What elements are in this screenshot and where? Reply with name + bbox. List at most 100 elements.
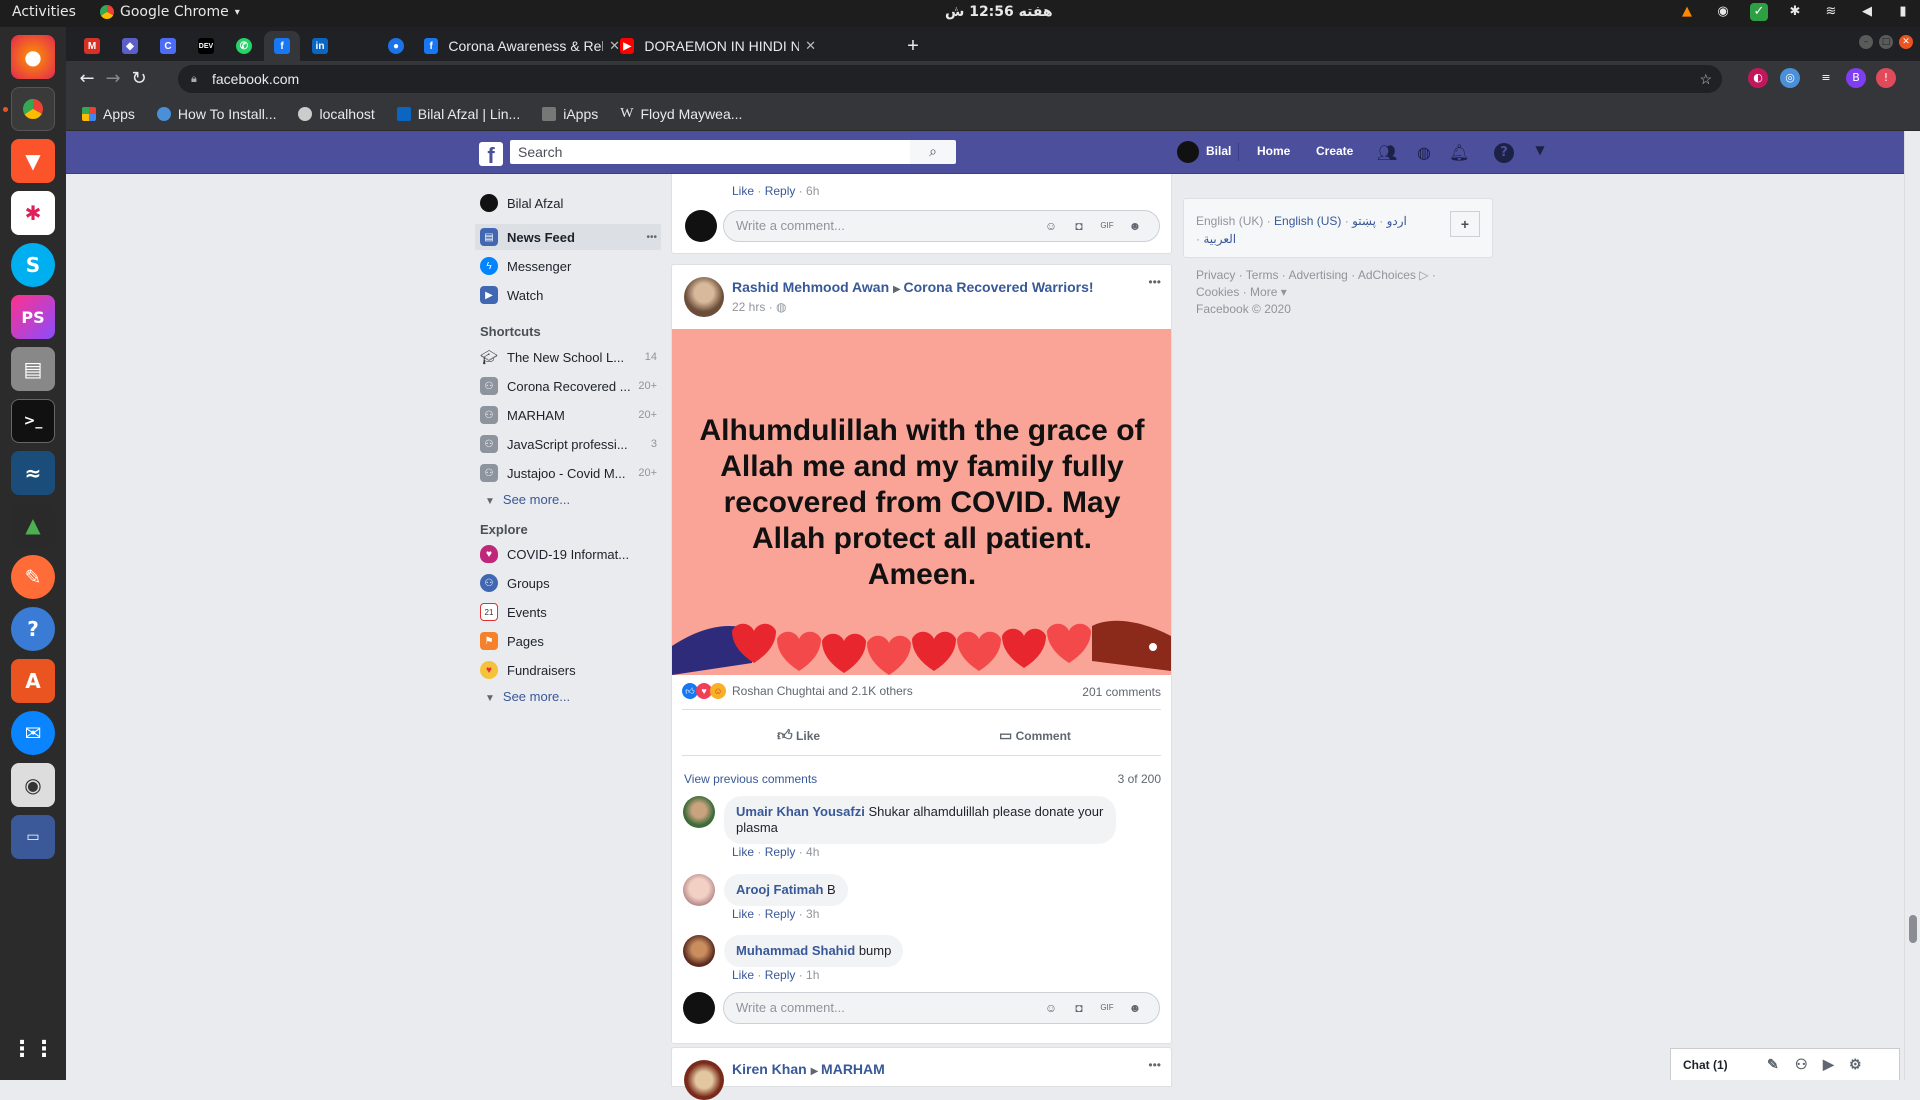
like-button[interactable]: 👍︎ Like [777, 727, 820, 745]
terminal-icon[interactable]: >_ [11, 399, 55, 443]
more-options-icon[interactable]: ••• [646, 232, 657, 243]
video-call-icon[interactable]: ▶ [1823, 1056, 1834, 1073]
show-apps-icon[interactable]: ⋮⋮ [11, 1027, 55, 1071]
thunderbird-icon[interactable]: ✉ [11, 711, 55, 755]
check-icon[interactable]: ✓ [1750, 3, 1768, 21]
language-option[interactable]: English (US) [1274, 214, 1341, 228]
view-previous-comments[interactable]: View previous comments [684, 772, 817, 786]
comment-author[interactable]: Arooj Fatimah [736, 882, 823, 897]
avatar[interactable] [683, 935, 715, 967]
add-language-button[interactable]: + [1450, 211, 1480, 237]
screen-icon[interactable]: ▭ [11, 815, 55, 859]
sidebar-item-shortcut[interactable]: ⚇ Corona Recovered ... 20+ [475, 373, 661, 399]
tab-pinned-3[interactable]: C [150, 31, 186, 61]
software-center-icon[interactable]: A [11, 659, 55, 703]
comment-button[interactable]: ▭ Comment [999, 727, 1071, 744]
close-tab-icon[interactable]: ✕ [805, 38, 816, 54]
like-link[interactable]: Like [732, 907, 754, 921]
sticker-icon[interactable]: ☻ [1128, 219, 1142, 233]
tab-pinned-2[interactable]: ◆ [112, 31, 148, 61]
search-icon[interactable]: ⌕ [910, 140, 956, 164]
like-link[interactable]: Like [732, 184, 754, 198]
like-link[interactable]: Like [732, 845, 754, 859]
clock[interactable]: هفته 12:56 ش [945, 4, 1053, 20]
avatar[interactable] [684, 1060, 724, 1100]
reply-link[interactable]: Reply [765, 845, 796, 859]
friend-requests-icon[interactable]: 👥︎ [1377, 143, 1397, 163]
tab-gmail[interactable]: M [74, 31, 110, 61]
media-icon[interactable]: ≡ [1816, 68, 1836, 88]
notifications-icon[interactable]: 🔔︎ [1449, 143, 1469, 163]
reply-link[interactable]: Reply [765, 968, 796, 982]
bookmark-linkedin[interactable]: Bilal Afzal | Lin... [396, 106, 520, 122]
page-scrollbar[interactable] [1904, 131, 1920, 1080]
footer-link[interactable]: Privacy [1196, 268, 1235, 282]
profile-link[interactable]: Bilal [1206, 144, 1231, 158]
avatar[interactable] [1177, 141, 1199, 163]
sidebar-item-profile[interactable]: Bilal Afzal [475, 190, 661, 216]
extension-icon[interactable]: ◎ [1780, 68, 1800, 88]
bookmark-how-to-install[interactable]: How To Install... [156, 106, 276, 122]
footer-link[interactable]: Advertising [1288, 268, 1347, 282]
bookmark-localhost[interactable]: localhost [298, 106, 375, 122]
chat-bar[interactable]: Chat (1) ✎ ⚇ ▶ ⚙ [1670, 1048, 1900, 1080]
scrollbar-thumb[interactable] [1909, 915, 1917, 943]
messenger-icon[interactable]: ◍ [1414, 143, 1434, 163]
footer-link[interactable]: Terms [1246, 268, 1279, 282]
sidebar-item-shortcut[interactable]: 🎓︎ The New School L... 14 [475, 344, 661, 370]
account-menu-chevron-icon[interactable]: ▼ [1530, 143, 1550, 163]
mysql-workbench-icon[interactable]: ≈ [11, 451, 55, 495]
language-option[interactable]: پښتو [1352, 214, 1376, 228]
create-group-icon[interactable]: ⚇ [1795, 1056, 1808, 1073]
search-input[interactable]: Search [510, 140, 910, 164]
avatar[interactable] [684, 277, 724, 317]
footer-link[interactable]: More [1250, 285, 1277, 299]
vlc-icon[interactable]: ▲ [1678, 3, 1696, 21]
see-more-shortcuts[interactable]: ▼ See more... [485, 492, 570, 507]
emoji-icon[interactable]: ☺ [1044, 219, 1058, 233]
rocket-icon[interactable]: ▲ [11, 503, 55, 547]
new-message-icon[interactable]: ✎ [1767, 1056, 1779, 1073]
gif-icon[interactable]: GIF [1100, 1001, 1114, 1015]
slack-tray-icon[interactable]: ✱ [1786, 3, 1804, 21]
tab-facebook[interactable]: f [264, 31, 300, 61]
update-icon[interactable]: ! [1876, 68, 1896, 88]
post-menu-icon[interactable]: ••• [1148, 1058, 1161, 1072]
bookmark-wikipedia[interactable]: W Floyd Maywea... [620, 106, 742, 122]
sidebar-item-groups[interactable]: ⚇ Groups [475, 570, 661, 596]
battery-icon[interactable]: ▮ [1894, 3, 1912, 21]
post-time[interactable]: 22 hrs [732, 300, 765, 314]
wifi-icon[interactable]: ≋ [1822, 3, 1840, 21]
sidebar-item-covid[interactable]: ♥ COVID-19 Informat... [475, 541, 661, 567]
gif-icon[interactable]: GIF [1100, 219, 1114, 233]
camera-icon[interactable]: ◘ [1072, 1001, 1086, 1015]
brave-icon[interactable]: ▼ [11, 139, 55, 183]
sidebar-item-pages[interactable]: ⚑ Pages [475, 628, 661, 654]
tab-corona[interactable]: f Corona Awareness & Relie ✕ [420, 31, 620, 61]
sidebar-item-shortcut[interactable]: ⚇ Justajoo - Covid M... 20+ [475, 460, 661, 486]
minimize-icon[interactable]: – [1859, 35, 1873, 49]
app-menu[interactable]: Google Chrome ▾ [100, 4, 240, 20]
post-menu-icon[interactable]: ••• [1148, 275, 1161, 289]
camera-icon[interactable]: ◘ [1072, 219, 1086, 233]
sticker-icon[interactable]: ☻ [1128, 1001, 1142, 1015]
address-bar[interactable]: 🔒︎ facebook.com ☆ [178, 65, 1722, 93]
slack-icon[interactable]: ✱ [11, 191, 55, 235]
post-group[interactable]: MARHAM [821, 1061, 885, 1077]
avatar[interactable] [683, 874, 715, 906]
tab-whatsapp[interactable]: ✆ [226, 31, 262, 61]
tab-blank[interactable] [340, 31, 376, 61]
maximize-icon[interactable]: □ [1879, 35, 1893, 49]
post-author[interactable]: Kiren Khan [732, 1061, 807, 1077]
post-author[interactable]: Rashid Mehmood Awan [732, 279, 889, 295]
help-icon[interactable]: ? [11, 607, 55, 651]
new-tab-button[interactable]: + [898, 31, 928, 61]
postman-icon[interactable]: ✎ [11, 555, 55, 599]
sidebar-item-messenger[interactable]: ϟ Messenger [475, 253, 661, 279]
facebook-logo[interactable]: f [479, 142, 503, 168]
post-group[interactable]: Corona Recovered Warriors! [903, 279, 1093, 295]
phpstorm-icon[interactable]: PS [11, 295, 55, 339]
comment-input[interactable]: Write a comment... ☺ ◘ GIF ☻ [723, 210, 1160, 242]
help-icon[interactable]: ? [1494, 143, 1514, 163]
tab-linkedin[interactable]: in [302, 31, 338, 61]
